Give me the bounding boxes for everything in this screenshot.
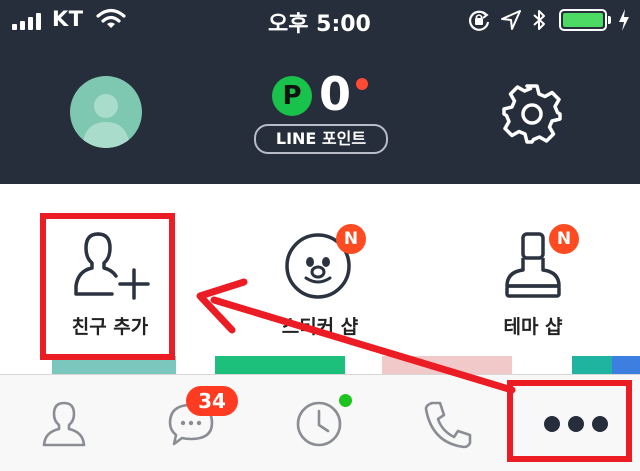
highlight-box-add-friend — [40, 213, 175, 360]
highlight-box-more — [507, 380, 632, 462]
